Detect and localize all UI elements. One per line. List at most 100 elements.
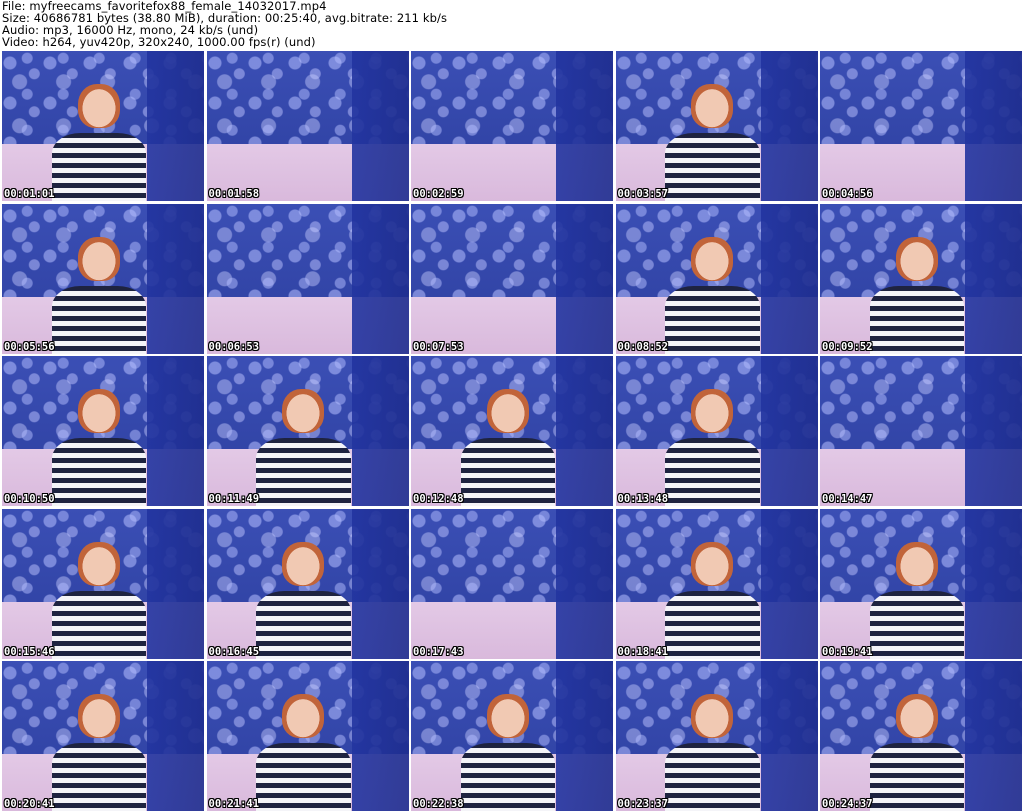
striped-shirt <box>256 438 351 506</box>
wall-pillar <box>351 508 409 659</box>
thumbnail-timestamp: 00:01:01 <box>4 188 55 200</box>
wall-pillar <box>965 508 1022 659</box>
file-info-header: File: myfreecams_favoritefox88_female_14… <box>2 0 447 48</box>
person-head <box>77 389 120 434</box>
video-thumbnail[interactable]: 00:02:59 <box>411 51 613 201</box>
video-thumbnail[interactable]: 00:07:53 <box>411 203 613 354</box>
thumbnail-timestamp: 00:06:53 <box>208 340 260 353</box>
striped-shirt <box>51 438 147 506</box>
thumbnail-timestamp: 00:07:53 <box>413 340 464 353</box>
video-thumbnail[interactable]: 00:15:46 <box>2 508 204 659</box>
video-thumbnail[interactable]: 00:24:37 <box>820 661 1022 811</box>
striped-shirt <box>51 285 147 354</box>
video-thumbnail[interactable]: 00:13:48 <box>615 356 818 506</box>
thumbnail-timestamp: 00:13:48 <box>617 493 669 505</box>
person-figure <box>46 236 151 354</box>
person-head <box>77 541 120 586</box>
wall-pillar <box>760 508 818 659</box>
wall-pillar <box>965 356 1022 506</box>
striped-shirt <box>51 590 147 659</box>
wall-pillar <box>760 356 818 506</box>
video-thumbnail[interactable]: 00:14:47 <box>820 356 1022 506</box>
person-head <box>77 236 120 281</box>
person-figure <box>660 389 765 506</box>
video-thumbnail[interactable]: 00:22:38 <box>411 661 613 811</box>
video-thumbnail[interactable]: 00:20:41 <box>2 661 204 811</box>
person-head <box>691 389 734 434</box>
wall-pillar <box>556 508 613 659</box>
person-figure <box>46 84 151 201</box>
thumbnail-timestamp: 00:15:46 <box>4 645 55 658</box>
person-head <box>77 84 120 129</box>
wall-pillar <box>965 203 1022 354</box>
person-head <box>486 389 529 434</box>
wall-pillar <box>147 356 204 506</box>
thumbnail-timestamp: 00:19:41 <box>822 645 873 658</box>
person-head <box>486 694 529 739</box>
person-figure <box>251 389 356 506</box>
person-figure <box>864 541 969 659</box>
video-thumbnail[interactable]: 00:17:43 <box>411 508 613 659</box>
wall-pillar <box>147 661 204 811</box>
video-thumbnail[interactable]: 00:01:58 <box>206 51 409 201</box>
person-head <box>282 389 325 434</box>
video-thumbnail[interactable]: 00:16:45 <box>206 508 409 659</box>
video-thumbnail[interactable]: 00:05:56 <box>2 203 204 354</box>
person-head <box>691 84 734 129</box>
striped-shirt <box>869 590 965 659</box>
video-thumbnail[interactable]: 00:08:52 <box>615 203 818 354</box>
person-head <box>895 694 938 739</box>
thumbnail-timestamp: 00:14:47 <box>822 493 873 505</box>
video-thumbnail[interactable]: 00:12:48 <box>411 356 613 506</box>
thumbnail-timestamp: 00:17:43 <box>413 645 464 658</box>
wall-pillar <box>760 203 818 354</box>
thumbnail-timestamp: 00:22:38 <box>413 798 464 810</box>
person-figure <box>864 694 969 811</box>
person-figure <box>660 694 765 811</box>
striped-shirt <box>665 285 760 354</box>
person-head <box>691 694 734 739</box>
striped-shirt <box>869 285 965 354</box>
thumbnail-timestamp: 00:08:52 <box>617 340 669 353</box>
video-thumbnail[interactable]: 00:21:41 <box>206 661 409 811</box>
wall-pillar <box>147 51 204 201</box>
person-figure <box>660 84 765 201</box>
person-figure <box>455 694 560 811</box>
person-head <box>282 541 325 586</box>
thumbnail-timestamp: 00:23:37 <box>617 798 669 810</box>
wall-pillar <box>556 661 613 811</box>
wall-pillar <box>965 661 1022 811</box>
wall-pillar <box>760 51 818 201</box>
wall-pillar <box>147 508 204 659</box>
video-thumbnail[interactable]: 00:10:50 <box>2 356 204 506</box>
thumbnail-timestamp: 00:02:59 <box>413 188 464 200</box>
video-thumbnail[interactable]: 00:09:52 <box>820 203 1022 354</box>
video-thumbnail[interactable]: 00:11:49 <box>206 356 409 506</box>
striped-shirt <box>665 438 760 506</box>
thumbnail-timestamp: 00:09:52 <box>822 340 873 353</box>
wall-pillar <box>351 661 409 811</box>
striped-shirt <box>256 590 351 659</box>
striped-shirt <box>665 743 760 811</box>
person-head <box>691 541 734 586</box>
video-thumbnail[interactable]: 00:23:37 <box>615 661 818 811</box>
person-figure <box>660 236 765 354</box>
person-figure <box>46 694 151 811</box>
wall-pillar <box>147 203 204 354</box>
thumbnail-timestamp: 00:04:56 <box>822 188 873 200</box>
video-thumbnail[interactable]: 00:03:57 <box>615 51 818 201</box>
wall-pillar <box>556 203 613 354</box>
thumbnail-timestamp: 00:03:57 <box>617 188 669 200</box>
video-thumbnail[interactable]: 00:01:01 <box>2 51 204 201</box>
striped-shirt <box>256 743 351 811</box>
video-thumbnail[interactable]: 00:19:41 <box>820 508 1022 659</box>
wall-pillar <box>351 51 409 201</box>
video-thumbnail[interactable]: 00:04:56 <box>820 51 1022 201</box>
video-thumbnail[interactable]: 00:06:53 <box>206 203 409 354</box>
striped-shirt <box>460 743 556 811</box>
striped-shirt <box>51 133 147 201</box>
person-figure <box>455 389 560 506</box>
thumbnail-timestamp: 00:24:37 <box>822 798 873 810</box>
video-thumbnail[interactable]: 00:18:41 <box>615 508 818 659</box>
thumbnail-timestamp: 00:16:45 <box>208 645 260 658</box>
